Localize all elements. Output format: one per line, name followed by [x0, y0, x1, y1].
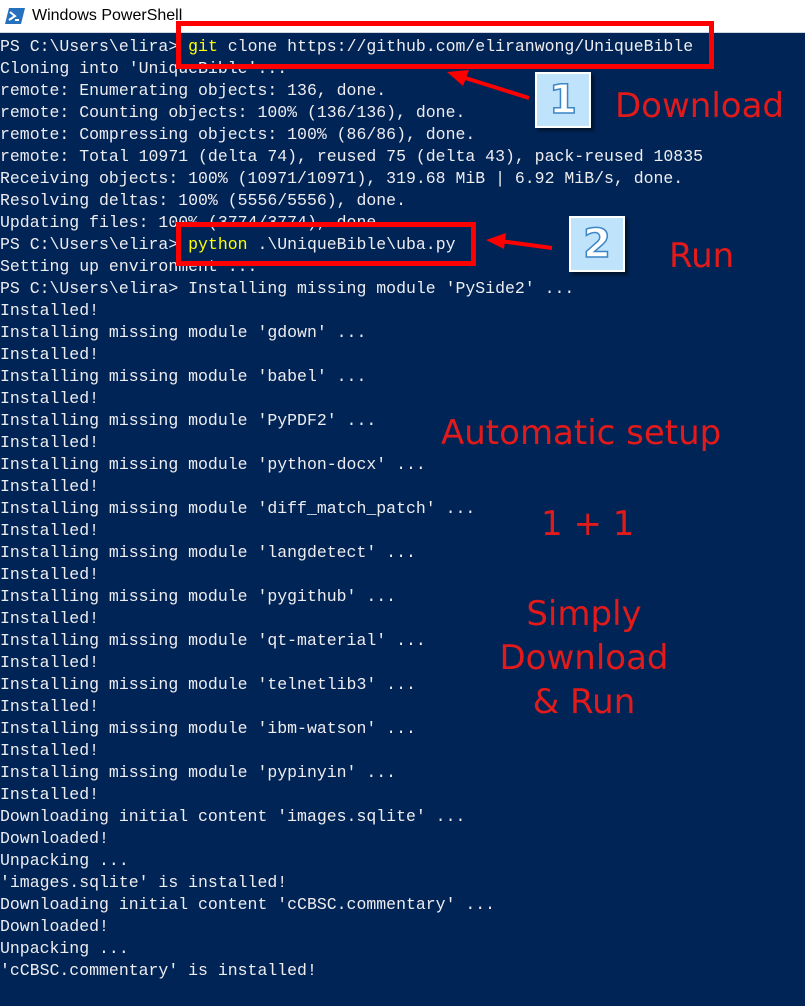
console-line: Installed!	[0, 344, 99, 366]
console-text: Receiving objects: 100% (10971/10971), 3…	[0, 169, 684, 188]
console-text: Installing missing module 'gdown' ...	[0, 323, 367, 342]
console-text: Installed!	[0, 433, 100, 452]
console-line: Installing missing module 'diff_match_pa…	[0, 498, 475, 520]
console-line: Installed!	[0, 564, 99, 586]
step-2-badge: 2	[569, 216, 625, 272]
console-line: Installing missing module 'qt-material' …	[0, 630, 426, 652]
console-line: Installed!	[0, 300, 99, 322]
console-line: Installing missing module 'langdetect' .…	[0, 542, 416, 564]
console-text: Installing missing module 'pygithub' ...	[0, 587, 397, 606]
console-line: Installed!	[0, 520, 99, 542]
arrow-left-icon-2	[486, 233, 553, 250]
console-line: Receiving objects: 100% (10971/10971), 3…	[0, 168, 683, 190]
console-text: PS C:\Users\elira>	[0, 37, 189, 56]
console-line: Installed!	[0, 652, 99, 674]
console-text: Installed!	[0, 741, 100, 760]
console-text: Installed!	[0, 477, 100, 496]
one-plus-one-label: 1 + 1	[541, 504, 635, 544]
console-line: Installing missing module 'pygithub' ...	[0, 586, 396, 608]
console-line: Installed!	[0, 432, 99, 454]
console-text: Unpacking ...	[0, 851, 129, 870]
console-line: Installing missing module 'ibm-watson' .…	[0, 718, 416, 740]
console-text: Installing missing module 'diff_match_pa…	[0, 499, 476, 518]
powershell-icon	[5, 8, 25, 24]
console-line: Installed!	[0, 476, 99, 498]
console-text: Installed!	[0, 389, 100, 408]
console-line: Installing missing module 'PyPDF2' ...	[0, 410, 376, 432]
console-line: Installing missing module 'pypinyin' ...	[0, 762, 396, 784]
arrow-left-icon-1	[447, 70, 530, 100]
console-line: 'cCBSC.commentary' is installed!	[0, 960, 317, 982]
console-text: 'images.sqlite' is installed!	[0, 873, 288, 892]
console-text: Installed!	[0, 785, 100, 804]
window-title: Windows PowerShell	[32, 7, 183, 24]
console-line: Installed!	[0, 740, 99, 762]
console-text: Installed!	[0, 565, 100, 584]
console-line: Installed!	[0, 388, 99, 410]
console-text: Installing missing module 'langdetect' .…	[0, 543, 416, 562]
simply-line-3: & Run	[532, 682, 636, 723]
console-line: Installing missing module 'babel' ...	[0, 366, 366, 388]
console-text: Downloaded!	[0, 917, 109, 936]
console-text: Installing missing module 'ibm-watson' .…	[0, 719, 416, 738]
git-clone-highlight-box	[176, 21, 714, 69]
console-text: remote: Compressing objects: 100% (86/86…	[0, 125, 476, 144]
console-text: remote: Enumerating objects: 136, done.	[0, 81, 387, 100]
console-text: Installed!	[0, 521, 100, 540]
console-line: Installed!	[0, 696, 99, 718]
console-line: remote: Total 10971 (delta 74), reused 7…	[0, 146, 703, 168]
console-text: PS C:\Users\elira>	[0, 235, 189, 254]
console-text: Downloading initial content 'images.sqli…	[0, 807, 466, 826]
console-line: remote: Compressing objects: 100% (86/86…	[0, 124, 475, 146]
console-line: remote: Enumerating objects: 136, done.	[0, 80, 386, 102]
console-line: Installing missing module 'telnetlib3' .…	[0, 674, 416, 696]
console-text: Installing missing module 'pypinyin' ...	[0, 763, 397, 782]
console-line: Unpacking ...	[0, 850, 129, 872]
console-text: Installed!	[0, 609, 100, 628]
console-line: Resolving deltas: 100% (5556/5556), done…	[0, 190, 406, 212]
console-text: Installing missing module 'qt-material' …	[0, 631, 426, 650]
console-output[interactable]: PS C:\Users\elira> git clone https://git…	[0, 36, 805, 1006]
simply-line-1: Simply	[526, 594, 642, 634]
console-line: Downloading initial content 'cCBSC.comme…	[0, 894, 495, 916]
console-line: Installed!	[0, 608, 99, 630]
console-text: 'cCBSC.commentary' is installed!	[0, 961, 317, 980]
simply-line-2: Download	[499, 638, 669, 679]
simply-download-run-label: Simply Download & Run	[498, 592, 670, 725]
console-text: Installed!	[0, 653, 100, 672]
console-text: Installing missing module 'telnetlib3' .…	[0, 675, 416, 694]
console-line: Downloaded!	[0, 916, 109, 938]
run-label: Run	[669, 236, 735, 276]
console-text: Downloading initial content 'cCBSC.comme…	[0, 895, 496, 914]
console-line: Installed!	[0, 784, 99, 806]
console-line: Installing missing module 'python-docx' …	[0, 454, 426, 476]
step-1-badge: 1	[535, 72, 591, 128]
console-text: Installed!	[0, 345, 100, 364]
console-text: Installed!	[0, 697, 100, 716]
console-line: Unpacking ...	[0, 938, 129, 960]
console-line: 'images.sqlite' is installed!	[0, 872, 287, 894]
console-text: Installing missing module 'python-docx' …	[0, 455, 426, 474]
console-text: Installed!	[0, 301, 100, 320]
console-text: Resolving deltas: 100% (5556/5556), done…	[0, 191, 406, 210]
automatic-setup-label: Automatic setup	[441, 413, 722, 453]
console-text: PS C:\Users\elira> Installing missing mo…	[0, 279, 575, 298]
console-text: Installing missing module 'babel' ...	[0, 367, 367, 386]
console-line: remote: Counting objects: 100% (136/136)…	[0, 102, 465, 124]
console-line: Downloading initial content 'images.sqli…	[0, 806, 465, 828]
console-text: Unpacking ...	[0, 939, 129, 958]
console-text: Installing missing module 'PyPDF2' ...	[0, 411, 377, 430]
console-text: remote: Total 10971 (delta 74), reused 7…	[0, 147, 704, 166]
download-label: Download	[615, 86, 785, 126]
console-line: Downloaded!	[0, 828, 109, 850]
run-command-highlight-box	[176, 222, 476, 266]
console-line: Installing missing module 'gdown' ...	[0, 322, 366, 344]
console-text: Downloaded!	[0, 829, 109, 848]
console-line: PS C:\Users\elira> Installing missing mo…	[0, 278, 574, 300]
console-text: remote: Counting objects: 100% (136/136)…	[0, 103, 466, 122]
